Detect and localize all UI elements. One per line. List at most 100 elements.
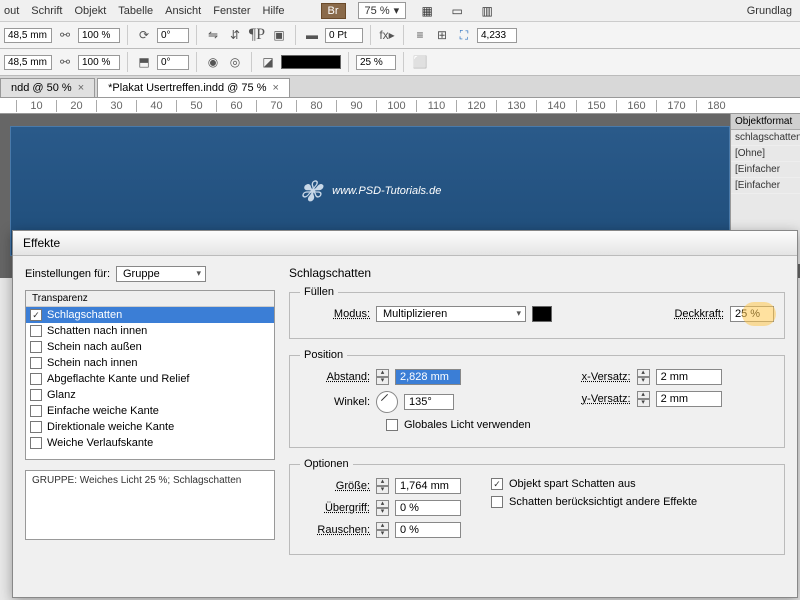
checkbox-icon[interactable] [386,419,398,431]
effect-row-schlagschatten[interactable]: ✓Schlagschatten [26,307,274,323]
panel-item[interactable]: [Einfacher [731,162,800,178]
arrange-icon[interactable]: ▥ [478,2,496,20]
stepper[interactable]: ▴▾ [376,369,389,385]
wrap-icon[interactable]: ▣ [270,26,288,44]
menu-item[interactable]: Schrift [31,5,62,17]
view-mode-icon[interactable]: ▦ [418,2,436,20]
effect-row[interactable]: Weiche Verlaufskante [26,435,274,451]
xoffset-label: x-Versatz: [561,371,631,383]
color-swatch[interactable] [532,306,552,322]
checkbox-icon[interactable] [30,325,42,337]
options-fieldset: Optionen Größe: ▴▾ Übergriff: ▴▾ [289,458,785,555]
panel-item[interactable]: schlagschatten [731,130,800,146]
link-icon[interactable]: ⚯ [56,53,74,71]
effect-row[interactable]: Schatten nach innen [26,323,274,339]
flip-v-icon[interactable]: ⇵ [226,26,244,44]
noise-input[interactable] [395,522,461,538]
checkbox-icon[interactable] [30,373,42,385]
zoom-dropdown[interactable]: 75 % ▾ [358,2,407,19]
y-field[interactable] [4,55,52,70]
effect-row[interactable]: Abgeflachte Kante und Relief [26,371,274,387]
stepper[interactable]: ▴▾ [376,522,389,538]
section-title: Schlagschatten [289,266,785,280]
menu-item[interactable]: Objekt [74,5,106,17]
yoffset-label: y-Versatz: [561,393,631,405]
doc-tab[interactable]: ndd @ 50 %× [0,78,95,97]
close-icon[interactable]: × [272,82,278,94]
workspace-switcher[interactable]: Grundlag [747,5,792,17]
position-fieldset: Position Abstand: ▴▾ Winkel: [289,349,785,448]
menu-item[interactable]: out [4,5,19,17]
menu-item[interactable]: Tabelle [118,5,153,17]
align-icon[interactable]: ≡ [411,26,429,44]
effect-row[interactable]: Schein nach außen [26,339,274,355]
select-content-icon[interactable]: ◉ [204,53,222,71]
effect-row[interactable]: Schein nach innen [26,355,274,371]
checkbox-icon[interactable] [30,437,42,449]
stroke-style[interactable] [281,55,341,69]
distance-label: Abstand: [300,371,370,383]
bridge-button[interactable]: Br [321,3,346,19]
fx-icon[interactable]: fx▸ [378,26,396,44]
flip-h-icon[interactable]: ⇋ [204,26,222,44]
paragraph-icon[interactable]: ¶P [248,26,266,44]
checkbox-icon[interactable] [30,421,42,433]
stepper[interactable]: ▴▾ [637,391,650,407]
checkbox-icon[interactable] [30,357,42,369]
panel-item[interactable]: [Einfacher [731,178,800,194]
logo-icon: ✾ [299,175,322,208]
panel-item[interactable]: [Ohne] [731,146,800,162]
stroke-icon[interactable]: ▬ [303,26,321,44]
effect-row[interactable]: Glanz [26,387,274,403]
x-field[interactable] [4,28,52,43]
angle-label: Winkel: [300,396,370,408]
rotate-cw-icon[interactable]: ⟳ [135,26,153,44]
screen-mode-icon[interactable]: ▭ [448,2,466,20]
stepper[interactable]: ▴▾ [637,369,650,385]
effect-row[interactable]: Einfache weiche Kante [26,403,274,419]
distribute-icon[interactable]: ⊞ [433,26,451,44]
stepper[interactable]: ▴▾ [376,500,389,516]
checkbox-icon[interactable] [30,389,42,401]
close-icon[interactable]: × [78,82,84,94]
corner-field[interactable] [477,28,517,43]
menu-item[interactable]: Hilfe [263,5,285,17]
mode-label: Modus: [300,308,370,320]
position-legend: Position [300,349,347,361]
opacity-input[interactable] [730,306,774,322]
opacity-label: Deckkraft: [654,308,724,320]
doc-tab[interactable]: *Plakat Usertreffen.indd @ 75 %× [97,78,290,97]
xoffset-input[interactable] [656,369,722,385]
crop-icon[interactable]: ⛶ [455,26,473,44]
fill-fieldset: Füllen Modus: Multiplizieren Deckkraft: [289,286,785,339]
angle-dial[interactable] [376,391,398,413]
rotate-field[interactable] [157,28,189,43]
opacity-field[interactable] [356,55,396,70]
spread-input[interactable] [395,500,461,516]
checkbox-icon[interactable] [30,341,42,353]
stepper[interactable]: ▴▾ [376,478,389,494]
mode-dropdown[interactable]: Multiplizieren [376,306,526,322]
distance-input[interactable] [395,369,461,385]
menu-item[interactable]: Fenster [213,5,250,17]
yoffset-input[interactable] [656,391,722,407]
shear-icon[interactable]: ⬒ [135,53,153,71]
angle-input[interactable] [404,394,454,410]
stroke-weight[interactable] [325,28,363,43]
fill-swatch-icon[interactable]: ◪ [259,53,277,71]
checkbox-icon[interactable]: ✓ [30,309,42,321]
checkbox-icon[interactable]: ✓ [491,478,503,490]
scale-y-field[interactable] [78,55,120,70]
select-container-icon[interactable]: ◎ [226,53,244,71]
settings-for-dropdown[interactable]: Gruppe [116,266,206,282]
checkbox-icon[interactable] [491,496,503,508]
scale-x-field[interactable] [78,28,120,43]
size-input[interactable] [395,478,461,494]
corner-style-icon[interactable]: ⬜ [411,53,429,71]
settings-for-label: Einstellungen für: [25,268,110,280]
menu-item[interactable]: Ansicht [165,5,201,17]
shear-field[interactable] [157,55,189,70]
checkbox-icon[interactable] [30,405,42,417]
effect-row[interactable]: Direktionale weiche Kante [26,419,274,435]
link-icon[interactable]: ⚯ [56,26,74,44]
